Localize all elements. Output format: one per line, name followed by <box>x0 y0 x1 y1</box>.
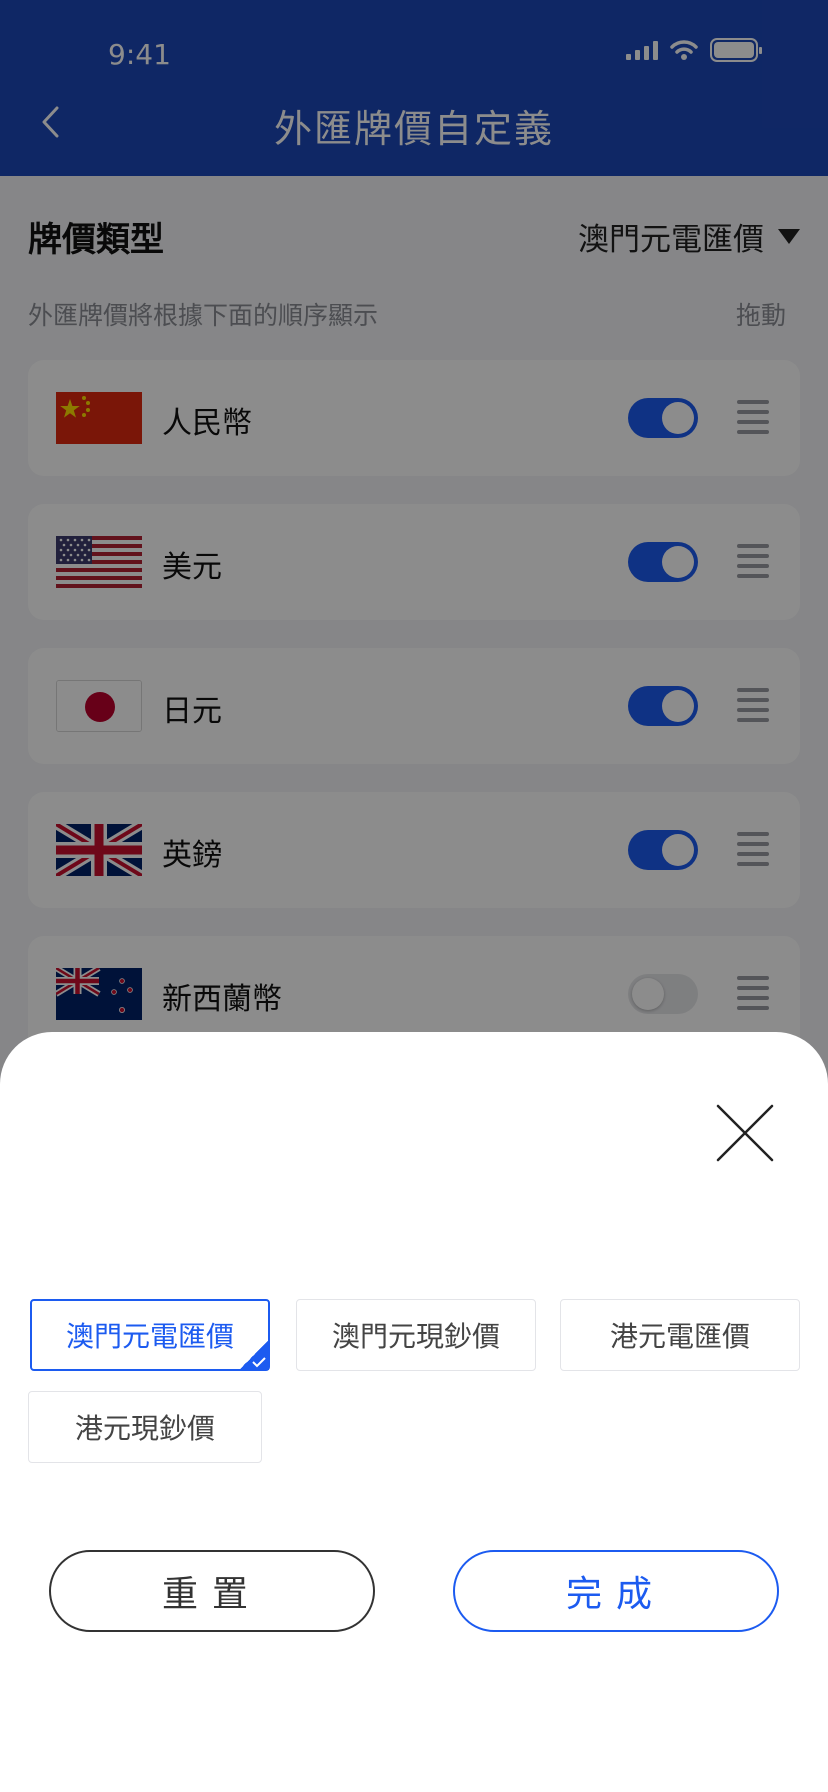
option-label: 港元電匯價 <box>609 1320 750 1353</box>
done-button[interactable]: 完成 <box>453 1550 779 1632</box>
close-icon[interactable] <box>714 1102 776 1164</box>
option-label: 澳門元電匯價 <box>65 1320 234 1353</box>
price-type-sheet: 澳門元電匯價 澳門元現鈔價 港元電匯價 港元現鈔價 重置 完成 <box>0 1032 828 1792</box>
option-hkd-cash[interactable]: 港元現鈔價 <box>28 1391 262 1463</box>
option-label: 澳門元現鈔價 <box>331 1320 500 1353</box>
option-mop-cash[interactable]: 澳門元現鈔價 <box>296 1299 536 1371</box>
reset-button[interactable]: 重置 <box>49 1550 375 1632</box>
app-screen: 9:41 外匯牌價自定義 牌價類型 澳門元電匯價 外匯牌價將根據下面的順序顯示 … <box>0 0 828 1792</box>
option-hkd-tt[interactable]: 港元電匯價 <box>560 1299 800 1371</box>
checkmark-icon <box>239 1340 269 1370</box>
option-mop-tt[interactable]: 澳門元電匯價 <box>30 1299 270 1371</box>
option-label: 港元現鈔價 <box>74 1412 215 1445</box>
